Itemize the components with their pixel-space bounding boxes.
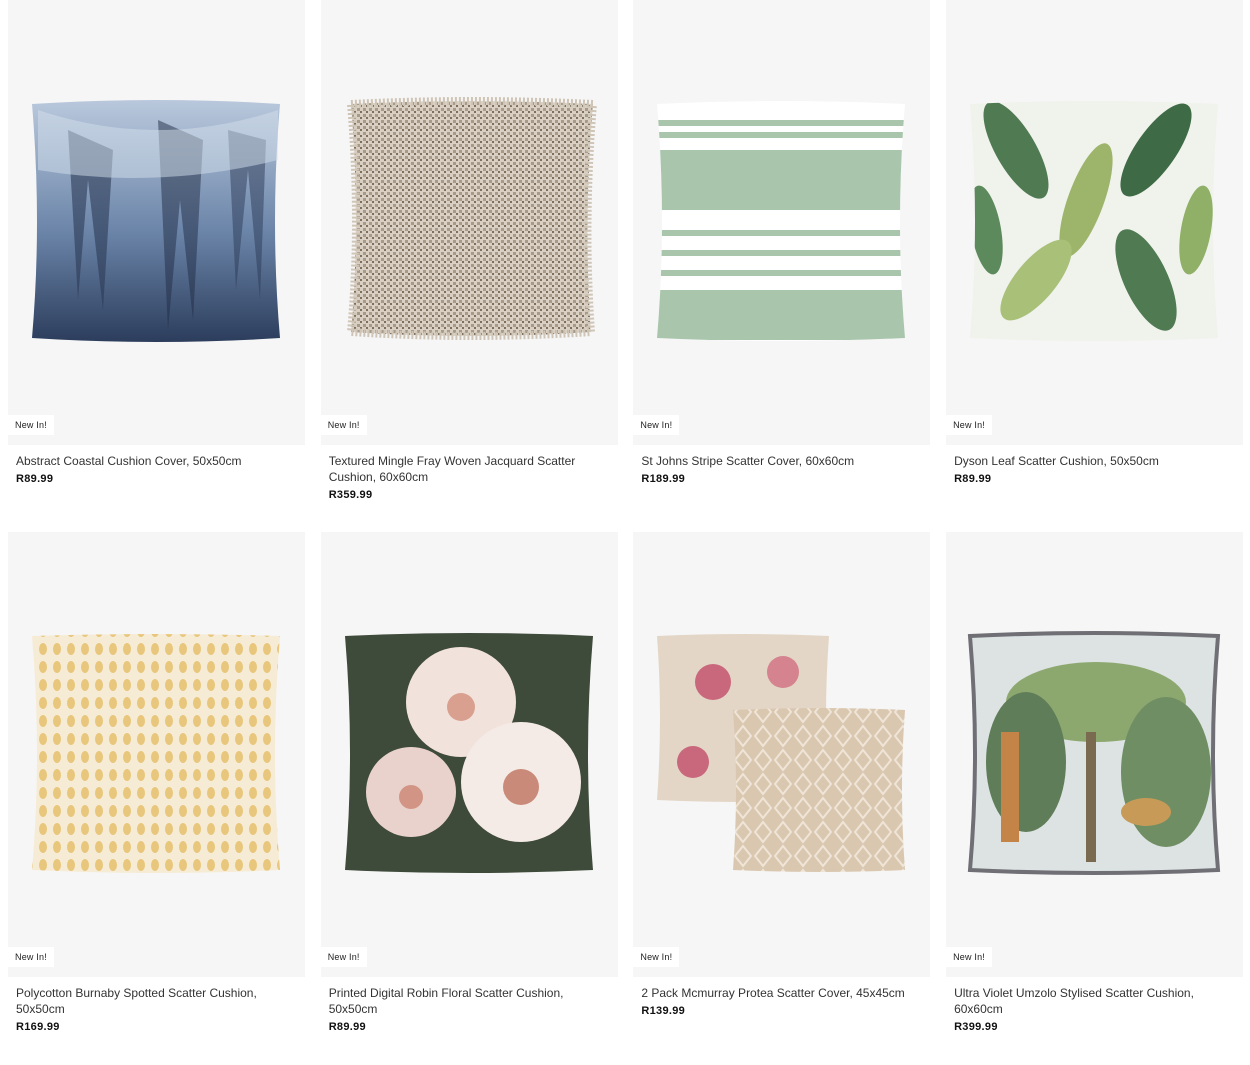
product-card[interactable]: New In! 2 Pack Mcmurray Protea Scatter C… bbox=[633, 532, 931, 1064]
new-in-badge: New In! bbox=[946, 415, 992, 435]
product-title[interactable]: 2 Pack Mcmurray Protea Scatter Cover, 45… bbox=[641, 985, 922, 1001]
new-in-badge: New In! bbox=[320, 947, 367, 967]
cushion-image bbox=[32, 634, 280, 873]
product-title[interactable]: Ultra Violet Umzolo Stylised Scatter Cus… bbox=[954, 985, 1235, 1017]
product-card[interactable]: New In! Ultra Violet Umzolo Stylised Sca… bbox=[946, 532, 1244, 1064]
product-price: R399.99 bbox=[954, 1021, 998, 1033]
product-card[interactable]: New In! Textured Mingle Fray Woven Jacqu… bbox=[320, 0, 618, 532]
new-in-badge: New In! bbox=[633, 947, 680, 967]
new-in-badge: New In! bbox=[8, 947, 54, 967]
product-title[interactable]: Textured Mingle Fray Woven Jacquard Scat… bbox=[329, 453, 610, 485]
product-price: R169.99 bbox=[16, 1021, 60, 1033]
product-title[interactable]: St Johns Stripe Scatter Cover, 60x60cm bbox=[641, 453, 922, 469]
product-card[interactable]: New In! Printed Digital Robin Floral Sca… bbox=[320, 532, 618, 1064]
product-price: R189.99 bbox=[641, 473, 686, 485]
cushion-image bbox=[970, 101, 1219, 341]
cushion-image bbox=[657, 634, 906, 872]
cushion-image bbox=[967, 631, 1221, 875]
product-price: R89.99 bbox=[954, 473, 992, 485]
product-image[interactable]: New In! bbox=[320, 0, 618, 445]
new-in-badge: New In! bbox=[633, 415, 680, 435]
cushion-image bbox=[346, 97, 598, 340]
new-in-badge: New In! bbox=[320, 415, 367, 435]
product-title[interactable]: Dyson Leaf Scatter Cushion, 50x50cm bbox=[954, 453, 1235, 469]
product-image[interactable]: New In! bbox=[946, 0, 1244, 445]
product-image[interactable]: New In! bbox=[633, 532, 931, 977]
product-card[interactable]: New In! Polycotton Burnaby Spotted Scatt… bbox=[8, 532, 305, 1064]
product-price: R89.99 bbox=[328, 1021, 366, 1033]
product-card[interactable]: New In! Dyson Leaf Scatter Cushion, 50x5… bbox=[946, 0, 1244, 532]
product-title[interactable]: Printed Digital Robin Floral Scatter Cus… bbox=[329, 985, 610, 1017]
product-image[interactable]: New In! bbox=[320, 532, 618, 977]
product-grid: New In! Abstract Coastal Cushion Cover, … bbox=[8, 0, 1244, 1064]
product-image[interactable]: New In! bbox=[8, 532, 305, 977]
product-image[interactable]: New In! bbox=[8, 0, 305, 445]
new-in-badge: New In! bbox=[946, 947, 992, 967]
product-price: R139.99 bbox=[641, 1005, 686, 1017]
product-price: R89.99 bbox=[16, 473, 54, 485]
product-price: R359.99 bbox=[328, 489, 373, 501]
cushion-image bbox=[344, 633, 593, 873]
cushion-image bbox=[32, 100, 280, 342]
product-card[interactable]: New In! Abstract Coastal Cushion Cover, … bbox=[8, 0, 305, 532]
cushion-image bbox=[657, 101, 906, 341]
product-title[interactable]: Polycotton Burnaby Spotted Scatter Cushi… bbox=[16, 985, 297, 1017]
product-image[interactable]: New In! bbox=[633, 0, 931, 445]
product-card[interactable]: New In! St Johns Stripe Scatter Cover, 6… bbox=[633, 0, 931, 532]
product-image[interactable]: New In! bbox=[946, 532, 1244, 977]
new-in-badge: New In! bbox=[8, 415, 54, 435]
product-title[interactable]: Abstract Coastal Cushion Cover, 50x50cm bbox=[16, 453, 297, 469]
